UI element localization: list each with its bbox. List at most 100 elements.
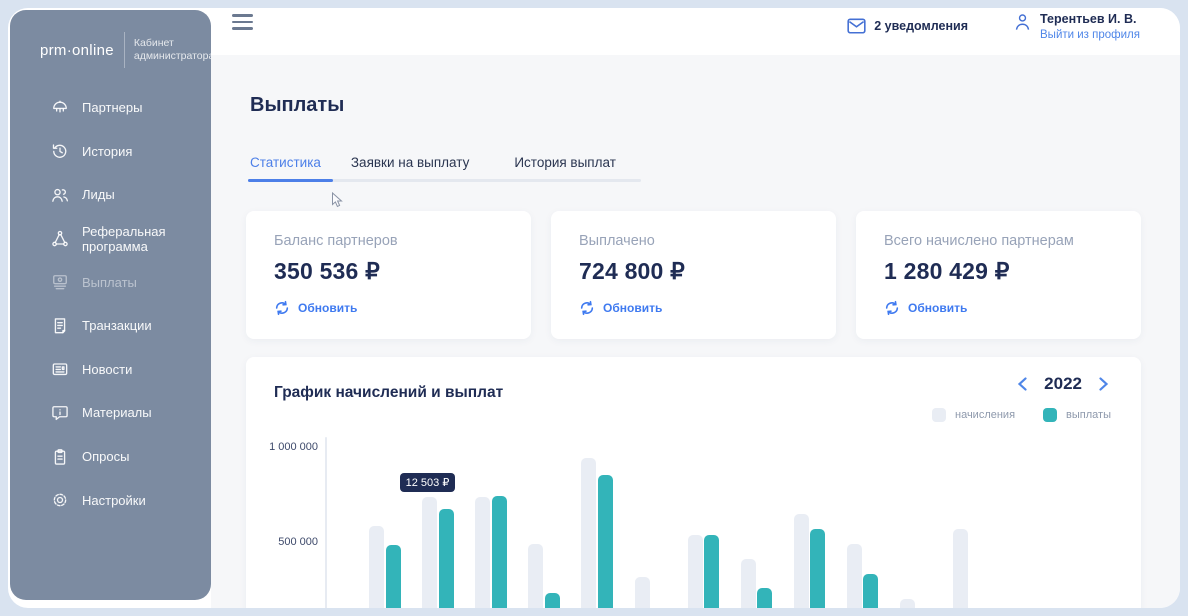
refresh-label: Обновить (603, 301, 663, 315)
sidebar-item-settings[interactable]: Настройки (10, 478, 211, 522)
stat-cards: Баланс партнеров 350 536 ₽ Обновить Выпл… (246, 211, 1141, 339)
transactions-icon (54, 318, 66, 334)
bar-accruals[interactable] (528, 543, 544, 608)
bar-accruals[interactable] (953, 528, 969, 608)
bar-accruals[interactable] (900, 599, 915, 608)
refresh-label: Обновить (908, 301, 968, 315)
legend-swatch (1043, 408, 1058, 422)
y-tick-label: 500 000 (278, 536, 318, 548)
sidebar-item-referral[interactable]: Реферальная программа (10, 217, 211, 261)
stat-card: Выплачено 724 800 ₽ Обновить (551, 211, 836, 339)
bar-payouts[interactable] (597, 474, 613, 608)
referral-icon (52, 230, 68, 246)
bar-payouts[interactable] (438, 508, 454, 608)
legend-label: начисления (955, 409, 1016, 421)
bar-accruals[interactable] (475, 497, 491, 608)
menu-hamburger-icon[interactable] (232, 14, 253, 30)
app-window: prm·online Кабинет администратора Партне… (8, 8, 1180, 608)
refresh-icon (580, 300, 594, 316)
partners-icon (53, 100, 67, 113)
chart-legend: начисления выплаты (932, 408, 1111, 422)
year-label: 2022 (1044, 374, 1082, 393)
next-year-chevron-icon[interactable] (1098, 377, 1109, 391)
page-title: Выплаты (250, 94, 345, 116)
materials-icon (52, 406, 68, 421)
leads-icon (52, 188, 69, 202)
bar-payouts[interactable] (810, 528, 826, 608)
year-selector: 2022 (1017, 374, 1109, 394)
refresh-label: Обновить (298, 301, 358, 315)
sidebar-item-payouts[interactable]: Выплаты (10, 260, 211, 304)
stat-card: Всего начислено партнерам 1 280 429 ₽ Об… (856, 211, 1141, 339)
stat-card-value: 350 536 ₽ (274, 258, 380, 284)
bar-accruals[interactable] (846, 543, 862, 608)
envelope-icon (847, 18, 866, 34)
topbar: 2 уведомления Терентьев И. В. Выйти из п… (211, 8, 1180, 55)
sidebar-item-transactions[interactable]: Транзакции (10, 304, 211, 348)
bar-accruals[interactable] (793, 513, 809, 608)
user-name: Терентьев И. В. (1040, 12, 1137, 26)
stat-card-value: 724 800 ₽ (579, 258, 685, 284)
bar-payouts[interactable] (704, 535, 720, 608)
bar-accruals[interactable] (369, 525, 384, 608)
y-axis-line (325, 437, 327, 608)
sidebar-item-history[interactable]: История (10, 130, 211, 174)
stat-card: Баланс партнеров 350 536 ₽ Обновить (246, 211, 531, 339)
payouts-icon (53, 275, 67, 290)
logo-divider (123, 32, 125, 68)
sidebar-item-news[interactable]: Новости (10, 348, 211, 392)
app-logo: prm·online (40, 41, 114, 59)
bar-payouts[interactable] (544, 593, 560, 608)
legend-item: выплаты (1043, 408, 1111, 422)
history-icon (52, 144, 67, 159)
tabs: Статистика Заявки на выплату История вып… (250, 155, 616, 170)
user-menu[interactable]: Терентьев И. В. Выйти из профиля (1014, 12, 1140, 41)
stat-card-label: Всего начислено партнерам (884, 233, 1074, 249)
sidebar-item-materials[interactable]: Материалы (10, 391, 211, 435)
sidebar-item-surveys[interactable]: Опросы (10, 435, 211, 479)
bar-payouts[interactable] (385, 544, 401, 608)
sidebar-item-leads[interactable]: Лиды (10, 173, 211, 217)
mouse-cursor (332, 192, 343, 208)
chart-title: График начислений и выплат (274, 384, 504, 401)
bar-accruals[interactable] (581, 457, 597, 608)
stat-card-value: 1 280 429 ₽ (884, 258, 1010, 284)
sidebar: prm·online Кабинет администратора Партне… (10, 10, 214, 600)
refresh-icon (275, 300, 289, 316)
refresh-icon (885, 300, 899, 316)
notifications-label: 2 уведомления (874, 19, 969, 33)
refresh-button[interactable]: Обновить (579, 300, 836, 316)
bar-accruals[interactable] (687, 535, 703, 608)
bar-payouts[interactable] (863, 574, 879, 608)
chart-tooltip: 12 503 ₽ (400, 473, 455, 492)
bar-accruals[interactable] (740, 559, 756, 608)
refresh-button[interactable]: Обновить (884, 300, 1141, 316)
chart-plot: 12 503 ₽ (325, 437, 1137, 608)
bar-accruals[interactable] (422, 497, 438, 608)
stat-card-label: Баланс партнеров (274, 233, 398, 249)
legend-item: начисления (932, 408, 1015, 422)
sidebar-item-partners[interactable]: Партнеры (10, 86, 211, 130)
refresh-button[interactable]: Обновить (274, 300, 531, 316)
notifications-button[interactable]: 2 уведомления (847, 18, 968, 34)
legend-swatch (932, 408, 946, 422)
bar-payouts[interactable] (491, 496, 507, 608)
tab-underline-track (248, 179, 641, 182)
prev-year-chevron-icon[interactable] (1017, 377, 1028, 391)
tab-payout-requests[interactable]: Заявки на выплату (351, 155, 469, 170)
logout-link[interactable]: Выйти из профиля (1040, 29, 1140, 41)
surveys-icon (54, 448, 66, 465)
settings-icon (53, 493, 67, 507)
tab-underline-active (248, 179, 333, 182)
logo-row: prm·online Кабинет администратора (40, 32, 224, 68)
tab-statistics[interactable]: Статистика (250, 155, 321, 170)
sidebar-nav: Партнеры История Лиды Реферальная програ… (10, 86, 211, 522)
legend-label: выплаты (1066, 409, 1111, 421)
bar-payouts[interactable] (757, 587, 773, 608)
stat-card-label: Выплачено (579, 233, 655, 249)
bar-accruals[interactable] (634, 577, 650, 608)
user-icon (1015, 14, 1030, 30)
chart-card: График начислений и выплат 2022 начислен… (246, 357, 1141, 608)
tab-payout-history[interactable]: История выплат (514, 155, 616, 170)
y-tick-label: 1 000 000 (269, 441, 318, 453)
